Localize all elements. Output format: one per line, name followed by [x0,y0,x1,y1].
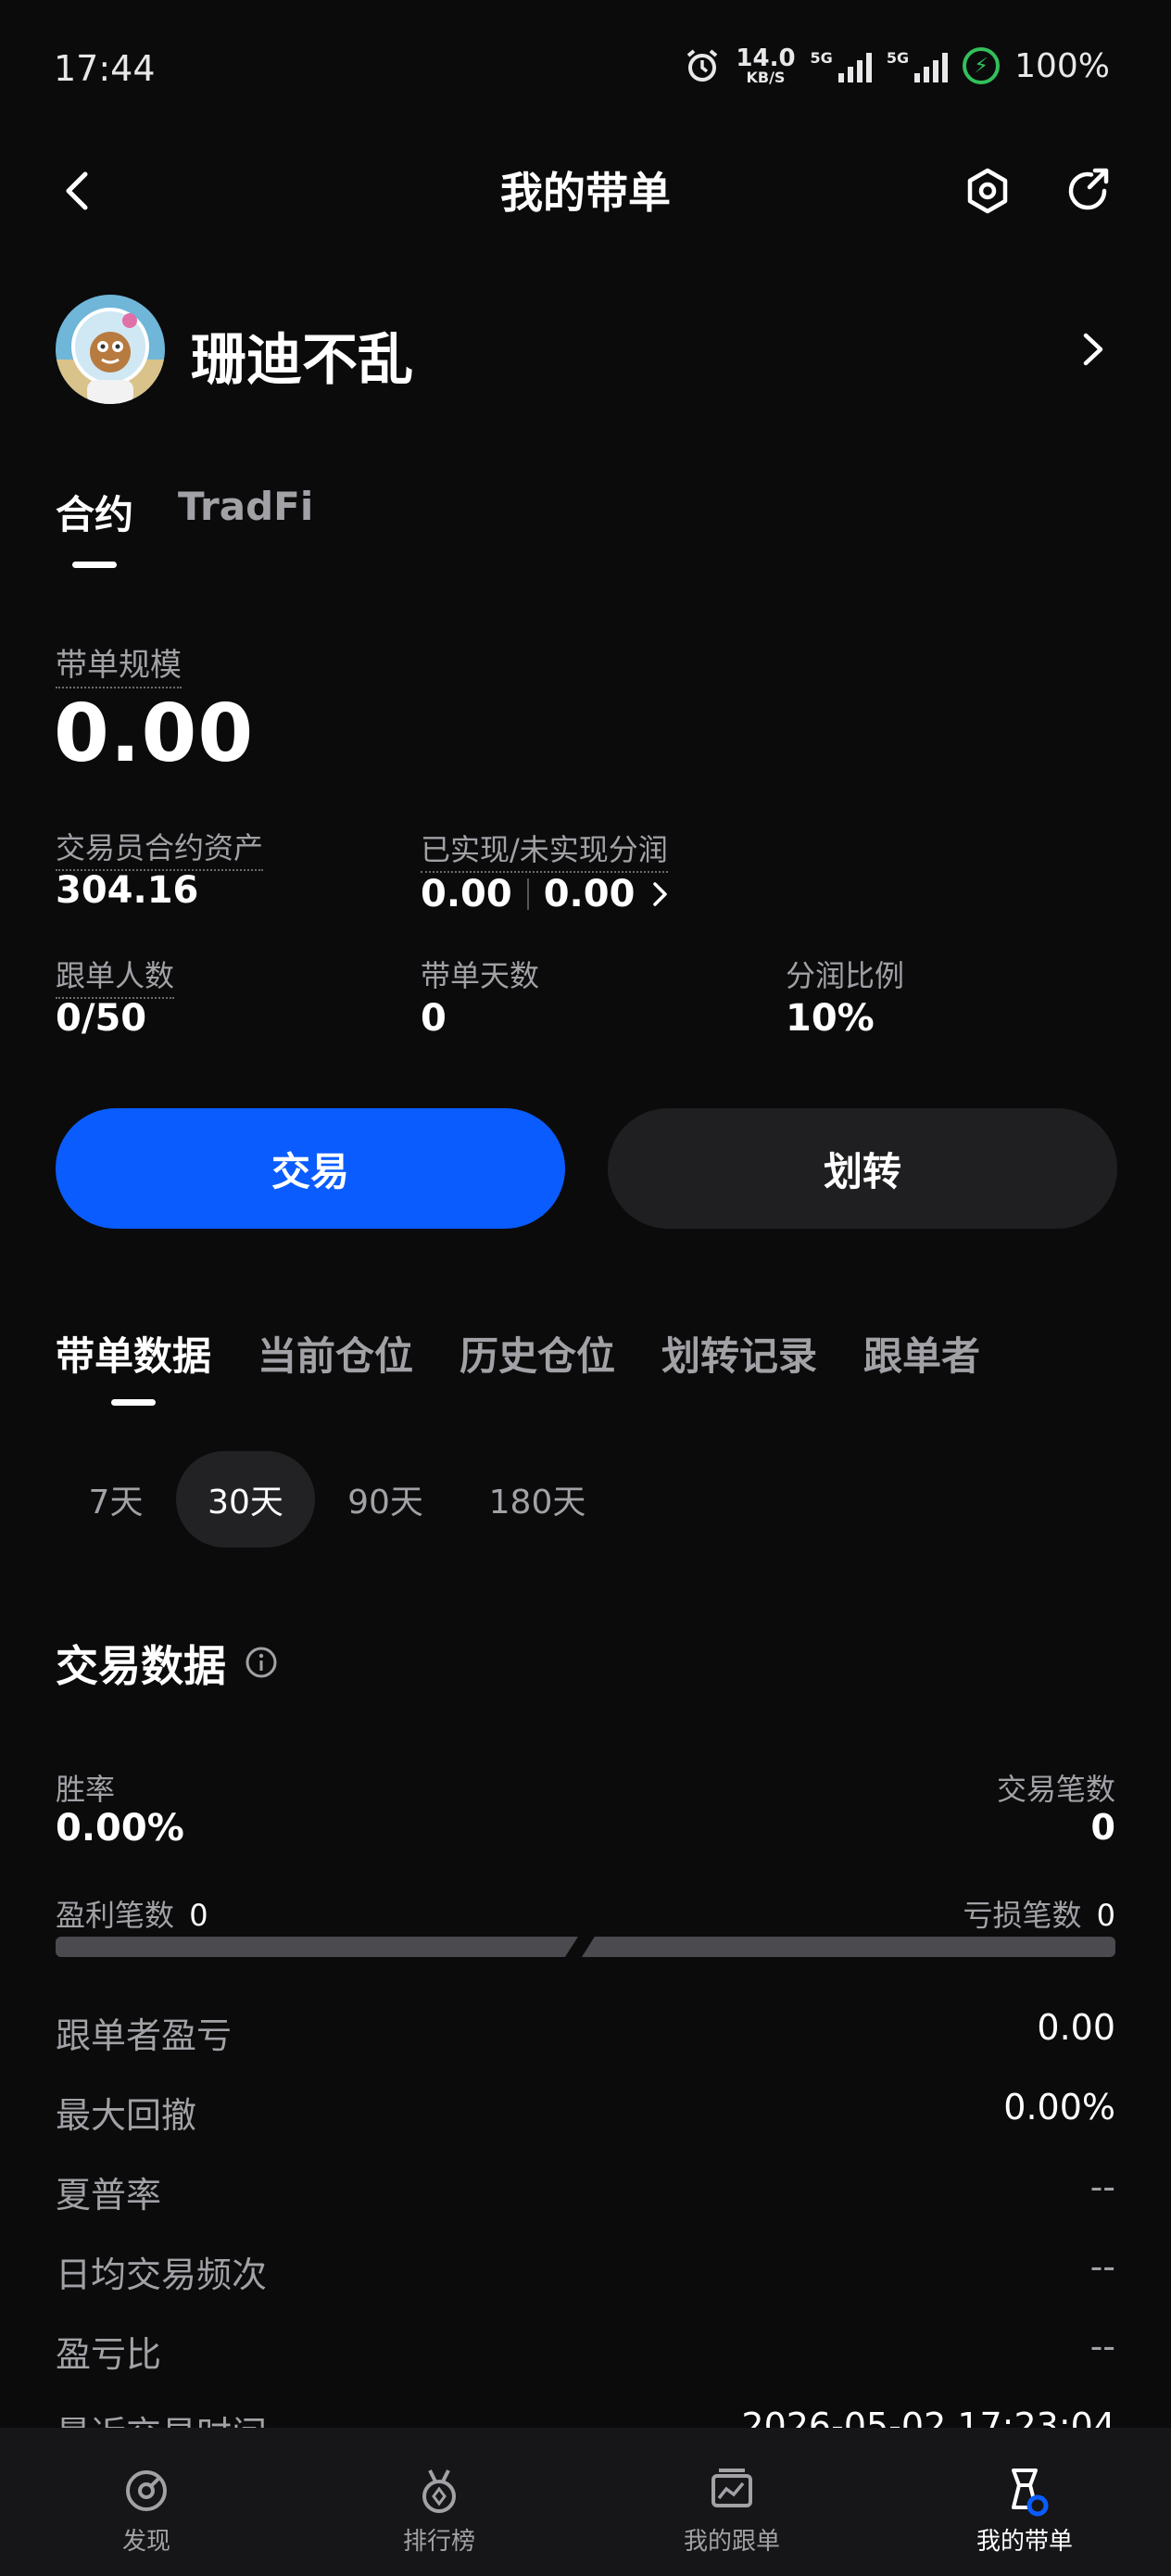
share-icon [1068,168,1109,210]
signal-icon: 5G [887,49,949,82]
loss-bar [582,1937,1115,1957]
tab-indicator [111,1399,156,1406]
period-7d[interactable]: 7天 [56,1451,176,1547]
period-30d[interactable]: 30天 [176,1451,315,1547]
nav-label: 发现 [121,2528,170,2556]
nav-label: 我的跟单 [683,2528,780,2556]
period-90d[interactable]: 90天 [319,1451,452,1547]
loss-count-value: 0 [1096,1898,1115,1933]
pnl-ratio-value: -- [1089,2326,1115,2367]
followers-value: 0/50 [56,997,147,1040]
battery-charging-icon: ⚡ [963,47,1001,84]
profit-count-label: 盈利笔数 [56,1898,175,1933]
daily-frequency-label: 日均交易频次 [56,2254,268,2295]
follower-pnl-label: 跟单者盈亏 [56,2015,233,2056]
nav-label: 我的带单 [976,2528,1073,2556]
status-time: 17:44 [54,48,156,89]
chart-icon [711,2469,752,2507]
nav-leaderboard[interactable]: 排行榜 [346,2465,532,2557]
max-drawdown-value: 0.00% [1003,2087,1115,2128]
max-drawdown-label: 最大回撤 [56,2095,197,2136]
discover-icon [126,2470,167,2511]
info-icon[interactable] [245,1646,278,1679]
tab-followers[interactable]: 跟单者 [863,1325,980,1382]
profit-count: 盈利笔数 0 [56,1892,208,1935]
trade-count-value: 0 [1090,1807,1115,1848]
scale-label[interactable]: 带单规模 [56,639,182,688]
period-180d[interactable]: 180天 [463,1451,611,1547]
trade-button[interactable]: 交易 [56,1108,565,1229]
settings-icon [967,168,1008,214]
chevron-right-icon [653,882,668,906]
transfer-button[interactable]: 划转 [608,1108,1117,1229]
network-speed: 14.0 KB/S [736,44,796,86]
profit-count-value: 0 [189,1898,208,1933]
lead-trade-icon [1012,2469,1049,2517]
battery-level: 100% [1014,46,1110,85]
nav-label: 排行榜 [402,2528,475,2556]
pnl-realized-value: 0.00 [421,873,512,915]
daily-frequency-value: -- [1089,2246,1115,2287]
divider [526,878,529,910]
assets-value: 304.16 [56,869,199,912]
trade-count-label: 交易笔数 [996,1772,1115,1807]
tab-indicator [72,562,117,568]
avatar[interactable] [56,295,165,404]
win-rate-value: 0.00% [56,1807,184,1850]
status-icons: 14.0 KB/S 5G 5G ⚡ 100% [684,46,1110,85]
lead-days-label: 带单天数 [421,958,540,993]
chevron-right-icon[interactable] [1075,326,1112,373]
pnl-share-label[interactable]: 已实现/未实现分润 [421,827,668,873]
followers-label[interactable]: 跟单人数 [56,953,175,999]
profit-bar [56,1937,578,1957]
follower-pnl-value: 0.00 [1037,2007,1115,2048]
loss-count-label: 亏损笔数 [963,1898,1082,1933]
profile-name[interactable]: 珊迪不乱 [191,315,413,396]
section-title: 交易数据 [56,1641,226,1691]
assets-label[interactable]: 交易员合约资产 [56,825,264,871]
alarm-icon [687,49,718,82]
pnl-unrealized-value: 0.00 [543,873,636,915]
scale-value: 0.00 [54,688,255,780]
tab-transfer-records[interactable]: 划转记录 [661,1325,817,1382]
profit-share-label: 分润比例 [786,958,905,993]
tab-history-positions[interactable]: 历史仓位 [460,1325,615,1382]
medal-icon [422,2469,456,2513]
profit-share-value: 10% [786,997,875,1040]
pnl-share-values[interactable]: 0.00 0.00 [421,873,672,915]
nav-my-copy-trades[interactable]: 我的跟单 [639,2465,825,2557]
tab-contract[interactable]: 合约 [56,484,133,540]
settings-button[interactable] [960,163,1015,219]
signal-icon: 5G [811,49,872,82]
nav-discover[interactable]: 发现 [54,2465,239,2557]
lead-days-value: 0 [421,997,447,1040]
tab-lead-data[interactable]: 带单数据 [56,1325,211,1382]
sharpe-ratio-label: 夏普率 [56,2175,162,2216]
nav-my-lead-trades[interactable]: 我的带单 [932,2465,1117,2557]
tab-tradfi[interactable]: TradFi [178,484,313,529]
win-rate-label: 胜率 [56,1772,116,1807]
sharpe-ratio-value: -- [1089,2166,1115,2207]
tab-current-positions[interactable]: 当前仓位 [258,1325,413,1382]
share-button[interactable] [1060,163,1115,219]
pnl-ratio-label: 盈亏比 [56,2334,162,2375]
loss-count: 亏损笔数 0 [963,1892,1115,1935]
